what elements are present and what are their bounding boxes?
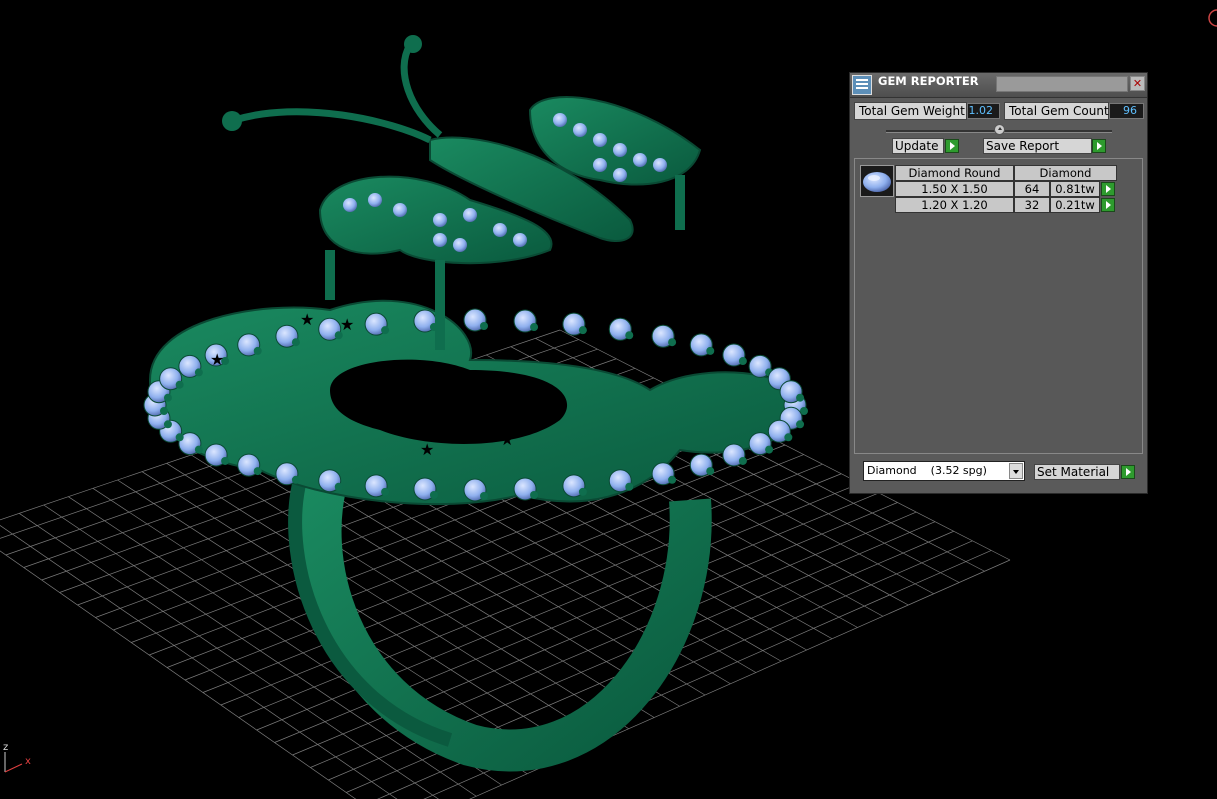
total-gem-weight-label: Total Gem Weight [854,102,967,120]
total-gem-weight-value: 1.02 [967,103,1000,119]
header-shape: Diamond Round [895,165,1014,181]
corner-marker [1208,9,1217,27]
set-material-arrow-icon[interactable] [1121,465,1135,479]
report-icon [852,75,872,95]
svg-text:★: ★ [210,350,224,369]
svg-text:★: ★ [420,440,434,459]
row2-count: 32 [1014,197,1050,213]
update-button-label[interactable]: Update [892,138,944,154]
header-material: Diamond [1014,165,1117,181]
axis-z-label: z [3,742,9,753]
save-report-button-label[interactable]: Save Report [983,138,1092,154]
row2-size: 1.20 X 1.20 [895,197,1014,213]
close-icon[interactable]: ✕ [1130,76,1145,91]
total-gem-count-value: 96 [1109,103,1144,119]
gem-reporter-panel: GEM REPORTER ✕ Total Gem Weight 1.02 Tot… [849,72,1148,494]
svg-text:★: ★ [300,310,314,329]
svg-text:★: ★ [500,430,514,449]
update-arrow-icon[interactable] [945,139,959,153]
titlebar-drag-area[interactable] [996,76,1128,92]
diamond-round-icon [860,165,894,197]
row2-select-arrow-icon[interactable] [1101,198,1115,212]
panel-titlebar[interactable]: GEM REPORTER ✕ [850,73,1147,98]
set-material-button-label[interactable]: Set Material [1034,464,1120,480]
gem-list[interactable]: Diamond Round Diamond 1.50 X 1.50 64 0.8… [854,158,1143,454]
svg-text:★: ★ [340,315,354,334]
slider-handle-icon[interactable] [994,124,1005,135]
save-report-arrow-icon[interactable] [1092,139,1106,153]
material-select-value: Diamond (3.52 spg) [867,464,987,477]
row1-size: 1.50 X 1.50 [895,181,1014,197]
ring-model[interactable]: ★ ★ ★ ★ ★ [143,35,808,772]
material-select[interactable]: Diamond (3.52 spg) [863,461,1025,481]
chevron-down-icon[interactable] [1009,463,1023,479]
axis-x-label: x [25,756,31,767]
row1-count: 64 [1014,181,1050,197]
panel-title: GEM REPORTER [878,74,979,88]
axis-indicator [4,752,23,773]
row1-weight: 0.81tw [1050,181,1100,197]
row2-weight: 0.21tw [1050,197,1100,213]
row1-select-arrow-icon[interactable] [1101,182,1115,196]
total-gem-count-label: Total Gem Count [1004,102,1109,120]
